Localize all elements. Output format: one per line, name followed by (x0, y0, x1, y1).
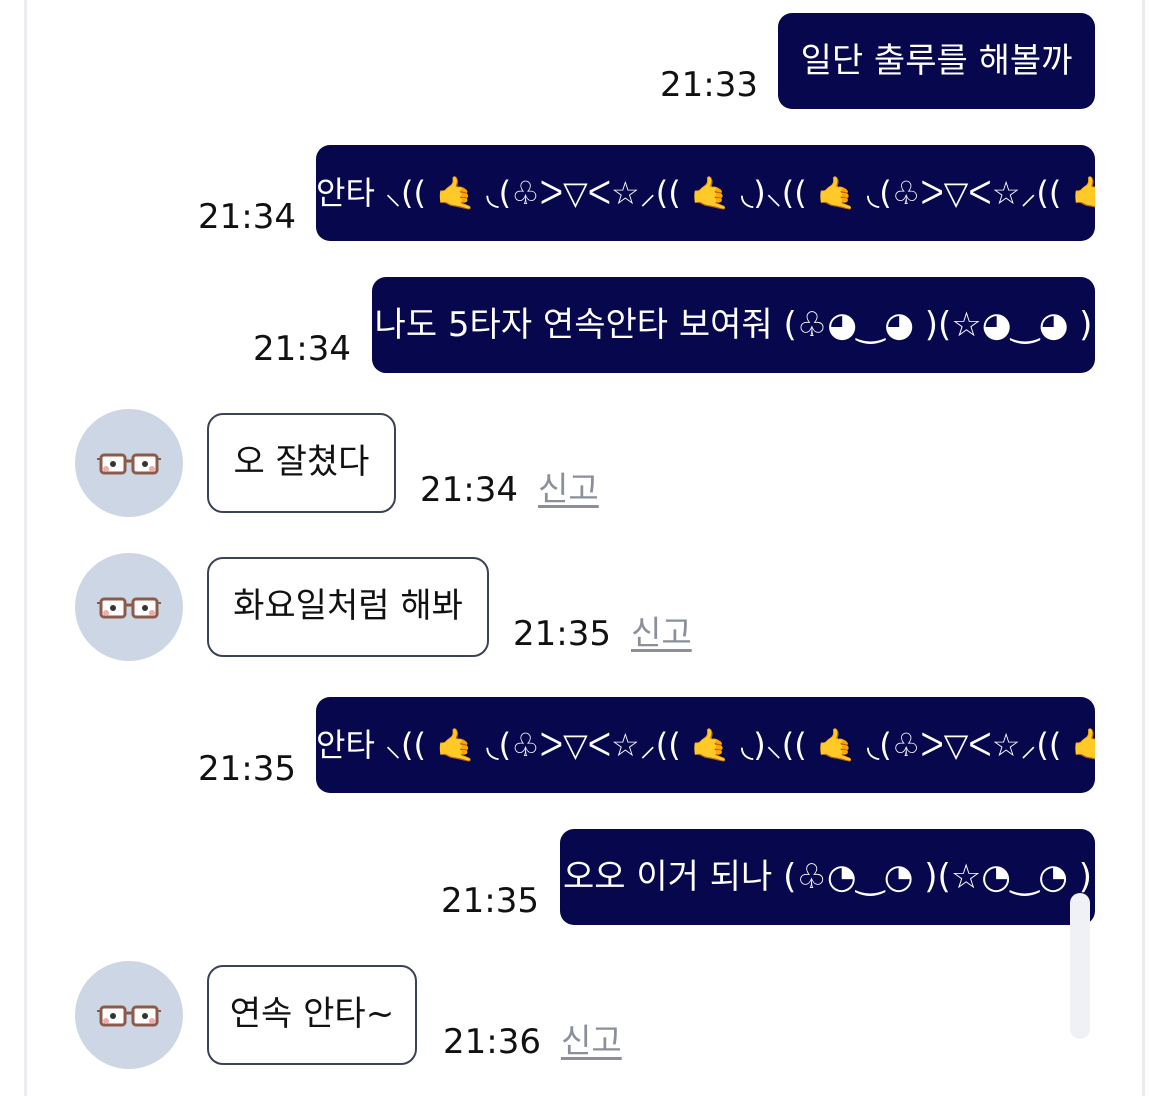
message-time: 21:35 (513, 614, 611, 654)
avatar[interactable] (75, 553, 183, 661)
glasses-face-icon (97, 453, 161, 475)
message-time: 21:34 (420, 470, 518, 510)
message-time: 21:35 (198, 749, 296, 789)
message-bubble[interactable]: 안타 ⸜(( 🤙 ◟(♧ᐳ▽ᐸ☆⸝(( 🤙 ◟)⸜(( 🤙 ◟(♧ᐳ▽ᐸ☆⸝((… (316, 145, 1095, 241)
message-time: 21:33 (660, 65, 758, 105)
message-time: 21:34 (253, 329, 351, 369)
message-time: 21:34 (198, 197, 296, 237)
message-bubble[interactable]: 화요일처럼 해봐 (207, 557, 489, 657)
message-bubble[interactable]: 연속 안타~ (207, 965, 417, 1065)
right-border (1142, 0, 1145, 1096)
report-link[interactable]: 신고 (631, 613, 692, 653)
message-bubble[interactable]: 일단 출루를 해볼까 (778, 13, 1095, 109)
avatar[interactable] (75, 961, 183, 1069)
message-bubble[interactable]: 오오 이거 되나 (♧◔‿◔ )(☆◔‿◔ ) (560, 829, 1095, 925)
glasses-face-icon (97, 597, 161, 619)
glasses-face-icon (97, 1005, 161, 1027)
avatar[interactable] (75, 409, 183, 517)
message-bubble[interactable]: 안타 ⸜(( 🤙 ◟(♧ᐳ▽ᐸ☆⸝(( 🤙 ◟)⸜(( 🤙 ◟(♧ᐳ▽ᐸ☆⸝((… (316, 697, 1095, 793)
report-link[interactable]: 신고 (538, 469, 599, 509)
message-time: 21:36 (443, 1022, 541, 1062)
chat-screen: 21:33 일단 출루를 해볼까 21:34 안타 ⸜(( 🤙 ◟(♧ᐳ▽ᐸ☆⸝… (0, 0, 1170, 1096)
left-border (24, 0, 27, 1096)
scrollbar-thumb[interactable] (1070, 893, 1090, 1039)
report-link[interactable]: 신고 (561, 1021, 622, 1061)
message-bubble[interactable]: 나도 5타자 연속안타 보여줘 (♧◕‿◕ )(☆◕‿◕ ) (372, 277, 1095, 373)
message-time: 21:35 (441, 881, 539, 921)
message-bubble[interactable]: 오 잘쳤다 (207, 413, 396, 513)
